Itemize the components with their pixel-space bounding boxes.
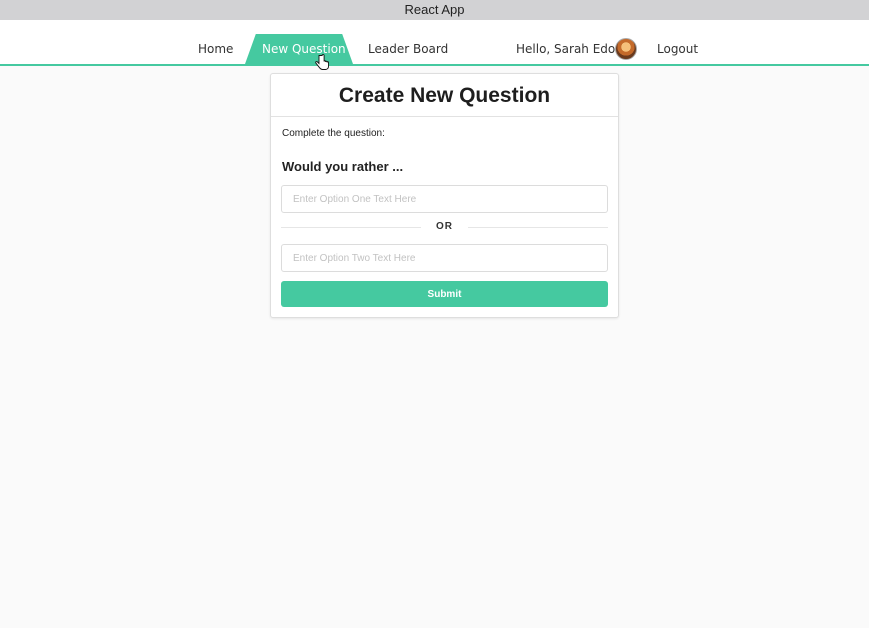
card-title: Create New Question [271, 74, 618, 117]
logout-link[interactable]: Logout [657, 34, 698, 64]
submit-button[interactable]: Submit [281, 281, 608, 307]
or-separator: OR [281, 219, 608, 237]
create-question-card: Create New Question Complete the questio… [270, 73, 619, 318]
question-prompt: Would you rather ... [282, 159, 404, 174]
option-two-input[interactable] [281, 244, 608, 272]
form-hint: Complete the question: [282, 128, 385, 139]
nav-leader-board-link[interactable]: Leader Board [368, 34, 448, 64]
divider [468, 227, 608, 228]
option-one-input[interactable] [281, 185, 608, 213]
navbar: Home New Question Leader Board Hello, Sa… [0, 20, 869, 66]
window-title: React App [0, 0, 869, 20]
nav-new-question-link[interactable]: New Question [262, 34, 346, 64]
user-greeting: Hello, Sarah Edo [516, 42, 616, 56]
user-avatar [615, 38, 637, 60]
nav-home-link[interactable]: Home [198, 34, 233, 64]
hand-cursor-icon [315, 54, 329, 70]
